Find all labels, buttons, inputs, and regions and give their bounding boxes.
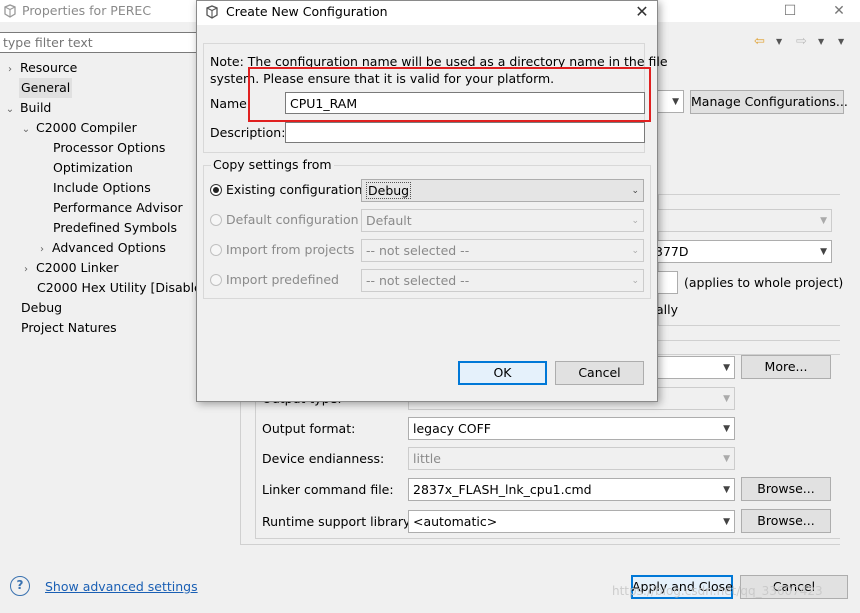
more-button[interactable]: More... (741, 355, 831, 379)
filter-input[interactable] (0, 32, 197, 53)
description-input[interactable] (285, 122, 645, 143)
default-configuration-label: Default configuration (226, 212, 359, 227)
tree-item-predefined-symbols[interactable]: Predefined Symbols (53, 218, 177, 238)
options-combo[interactable]: ▼ (650, 356, 735, 379)
applies-label: (applies to whole project) (684, 275, 844, 290)
chevron-down-icon[interactable]: ⌄ (20, 120, 32, 140)
close-icon[interactable]: ✕ (830, 2, 848, 20)
chevron-down-icon: ▼ (723, 394, 730, 404)
tree-item-c2000-linker[interactable]: › C2000 Linker (20, 258, 118, 278)
variant-combo: ▼ (650, 209, 832, 232)
dialog-titlebar: Create New Configuration ✕ (197, 1, 657, 25)
maximize-icon[interactable]: ☐ (781, 2, 799, 20)
ok-button[interactable]: OK (458, 361, 547, 385)
existing-configuration-label: Existing configuration (226, 182, 363, 197)
chevron-right-icon[interactable]: › (4, 60, 16, 80)
chevron-down-icon: ▼ (820, 247, 827, 257)
red-highlight-box (248, 67, 651, 122)
tree-item-include-options[interactable]: Include Options (53, 178, 151, 198)
default-configuration-radio (210, 214, 222, 226)
app-icon (4, 4, 16, 18)
device-combo[interactable]: 377D ▼ (650, 240, 832, 263)
output-format-label: Output format: (262, 421, 356, 436)
chevron-down-icon: ⌄ (631, 186, 639, 196)
tree-item-c2000-hex-utility[interactable]: C2000 Hex Utility [Disabled] (37, 278, 197, 298)
tree-item-processor-options[interactable]: Processor Options (53, 138, 165, 158)
tree-item-general[interactable]: General (19, 78, 73, 98)
tree-item-resource[interactable]: › Resource (4, 58, 77, 78)
chevron-down-icon: ▼ (672, 97, 679, 107)
copy-settings-legend: Copy settings from (211, 157, 334, 172)
chevron-down-icon: ⌄ (631, 276, 639, 286)
linker-command-combo[interactable]: 2837x_FLASH_lnk_cpu1.cmd ▼ (408, 478, 735, 501)
back-arrow-icon[interactable]: ⇦ (754, 34, 765, 49)
tree-item-advanced-options[interactable]: › Advanced Options (36, 238, 166, 258)
tree-item-project-natures[interactable]: Project Natures (21, 318, 117, 338)
import-predefined-combo: -- not selected -- ⌄ (361, 269, 644, 292)
name-label: Name (210, 96, 247, 111)
chevron-down-icon[interactable]: ⌄ (4, 100, 16, 120)
import-from-projects-combo: -- not selected -- ⌄ (361, 239, 644, 262)
close-icon[interactable]: ✕ (629, 1, 655, 23)
chevron-right-icon[interactable]: › (20, 260, 32, 280)
default-configuration-combo: Default ⌄ (361, 209, 644, 232)
help-icon[interactable]: ? (10, 576, 30, 596)
browse-linker-button[interactable]: Browse... (741, 477, 831, 501)
view-menu-icon[interactable]: ▼ (838, 37, 844, 46)
import-from-projects-label: Import from projects (226, 242, 355, 257)
cancel-button[interactable]: Cancel (555, 361, 644, 385)
dialog-title: Create New Configuration (226, 4, 388, 19)
chevron-down-icon: ▼ (820, 216, 827, 226)
forward-menu-icon[interactable]: ▼ (818, 37, 824, 46)
device-endianness-combo: little ▼ (408, 447, 735, 470)
chevron-right-icon[interactable]: › (36, 240, 48, 260)
chevron-down-icon: ▼ (723, 517, 730, 527)
tree-item-optimization[interactable]: Optimization (53, 158, 133, 178)
chevron-down-icon: ▼ (723, 363, 730, 373)
forward-arrow-icon[interactable]: ⇨ (796, 34, 807, 49)
window-title: Properties for PEREC (22, 3, 152, 18)
checkbox-label-fragment: ally (656, 302, 679, 317)
description-label: Description: (210, 125, 286, 140)
show-advanced-settings-link[interactable]: Show advanced settings (45, 579, 198, 594)
runtime-library-combo[interactable]: <automatic> ▼ (408, 510, 735, 533)
chevron-down-icon: ⌄ (631, 246, 639, 256)
tree-item-debug[interactable]: Debug (21, 298, 62, 318)
linker-command-label: Linker command file: (262, 482, 394, 497)
watermark: https://blog.csdn.net/qq_33607423 (612, 584, 823, 598)
back-menu-icon[interactable]: ▼ (776, 37, 782, 46)
import-predefined-label: Import predefined (226, 272, 339, 287)
browse-runtime-button[interactable]: Browse... (741, 509, 831, 533)
chevron-down-icon: ▼ (723, 485, 730, 495)
chevron-down-icon: ▼ (723, 424, 730, 434)
app-icon (206, 5, 218, 19)
import-from-projects-radio (210, 244, 222, 256)
manage-configurations-button[interactable]: Manage Configurations... (690, 90, 848, 114)
import-predefined-radio (210, 274, 222, 286)
tree-item-performance-advisor[interactable]: Performance Advisor (53, 198, 183, 218)
existing-configuration-radio[interactable] (210, 184, 222, 196)
create-configuration-dialog: Create New Configuration ✕ Note: The con… (196, 0, 668, 402)
chevron-down-icon: ⌄ (631, 216, 639, 226)
tree-item-build[interactable]: ⌄ Build (4, 98, 52, 120)
tree-item-c2000-compiler[interactable]: ⌄ C2000 Compiler (20, 118, 137, 138)
device-endianness-label: Device endianness: (262, 451, 385, 466)
runtime-library-label: Runtime support library: (262, 514, 414, 529)
existing-configuration-combo[interactable]: Debug ⌄ (361, 179, 644, 202)
chevron-down-icon: ▼ (723, 454, 730, 464)
output-format-combo[interactable]: legacy COFF ▼ (408, 417, 735, 440)
